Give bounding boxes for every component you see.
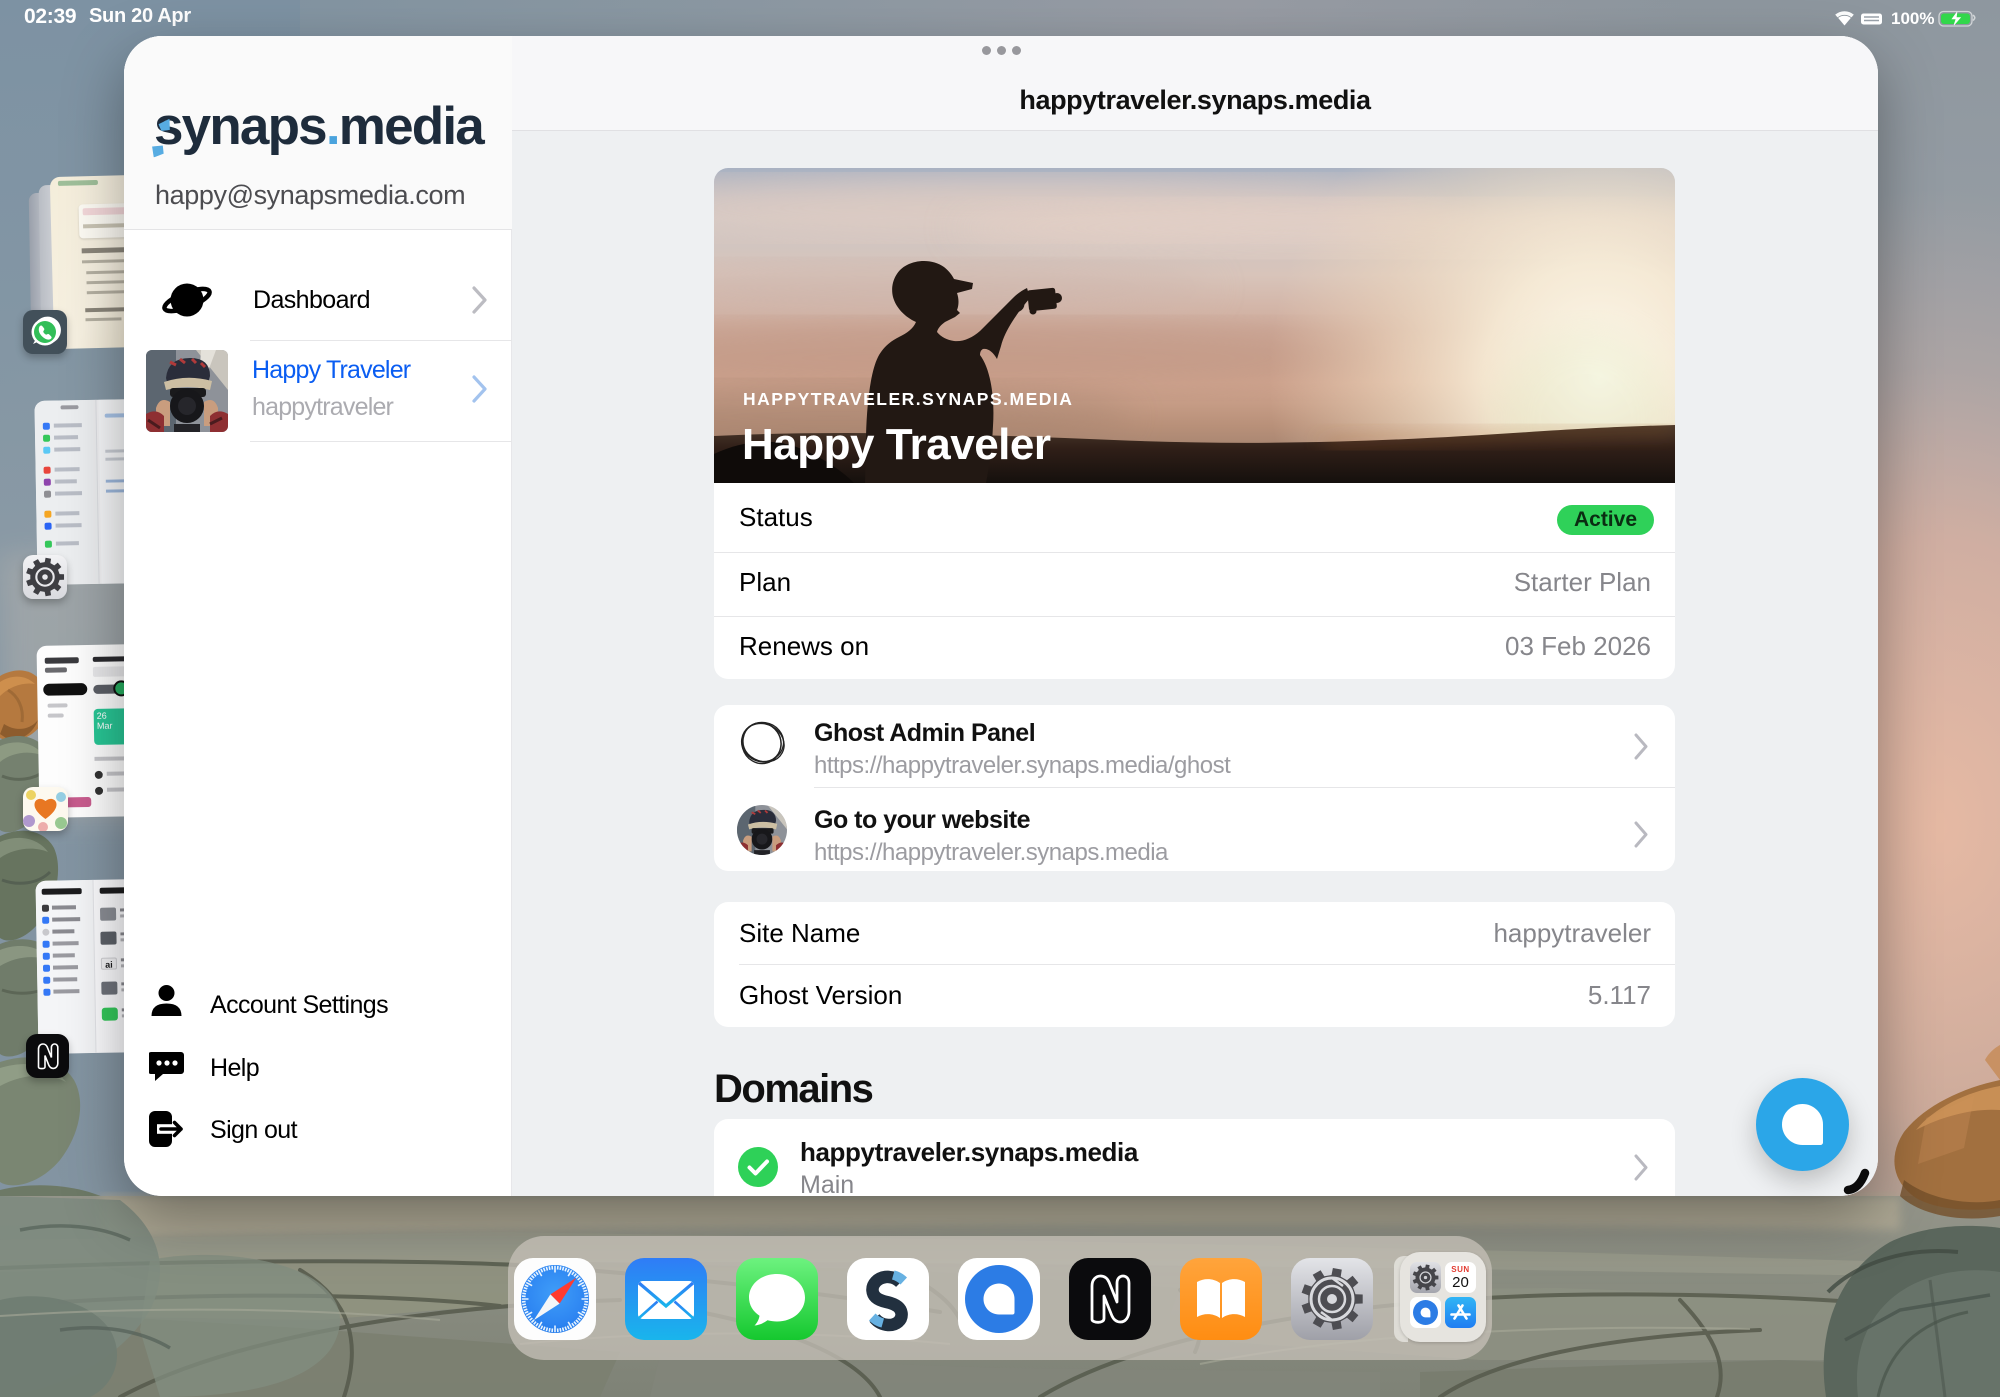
svg-text:HAPPYTRAVELER.SYNAPS.MEDIA: HAPPYTRAVELER.SYNAPS.MEDIA	[743, 389, 1073, 409]
svg-text:Happy Traveler: Happy Traveler	[742, 420, 1051, 469]
svg-text:100%: 100%	[1891, 9, 1934, 28]
